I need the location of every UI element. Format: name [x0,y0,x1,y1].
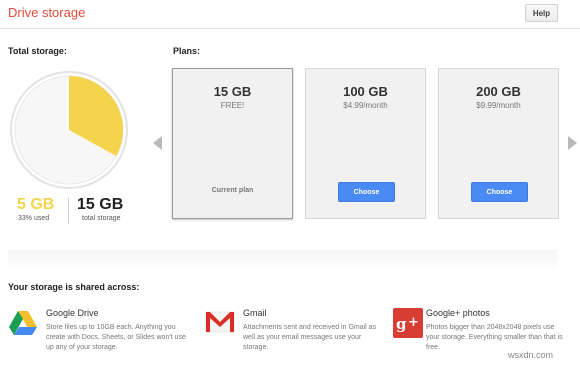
storage-pie-chart [9,70,129,190]
watermark: wsxdn.com [508,350,554,360]
previous-plans-arrow-icon[interactable] [153,136,162,150]
total-storage-label: Total storage: [8,46,67,56]
plan-size: 200 GB [476,84,521,99]
plans-label: Plans: [173,46,201,56]
plan-price: $4.99/month [343,101,388,110]
google-plus-icon: g + [393,308,423,338]
total-storage-value: 15 GB [77,196,124,213]
svg-text:g: g [396,315,407,333]
choose-200gb-button[interactable]: Choose [471,182,528,202]
plan-card-15gb: 15 GB FREE! Current plan [172,68,293,219]
service-name-google-drive: Google Drive [46,308,99,318]
plan-price: $9.99/month [476,101,521,110]
service-desc-google-drive: Store files up to 10GB each. Anything yo… [46,324,186,351]
choose-100gb-button[interactable]: Choose [338,182,395,202]
current-plan-label: Current plan [211,187,254,194]
next-plans-arrow-icon[interactable] [568,136,577,150]
used-percent-caption: 33% used [18,215,50,222]
gmail-icon [205,310,235,340]
service-desc-gmail: Attachments sent and received in Gmail a… [243,324,377,351]
service-name-google-plus-photos: Google+ photos [426,308,490,318]
service-name-gmail: Gmail [243,308,267,318]
svg-text:+: + [408,315,419,330]
plan-price: FREE! [220,101,245,110]
plan-size: 15 GB [213,84,252,99]
header-divider [0,28,580,29]
total-storage-caption: total storage [82,215,121,222]
help-button[interactable]: Help [525,4,558,22]
plan-card-100gb: 100 GB $4.99/month Choose [305,68,426,219]
usage-divider [68,198,69,224]
used-storage-value: 5 GB [17,196,55,213]
section-divider [8,250,558,272]
service-desc-google-plus-photos: Photos bigger than 2048x2048 pixels use … [426,324,563,351]
plan-card-200gb: 200 GB $9.99/month Choose [438,68,559,219]
page-title: Drive storage [8,5,86,20]
shared-across-label: Your storage is shared across: [8,282,140,292]
plan-size: 100 GB [343,84,388,99]
google-drive-icon [8,308,38,338]
